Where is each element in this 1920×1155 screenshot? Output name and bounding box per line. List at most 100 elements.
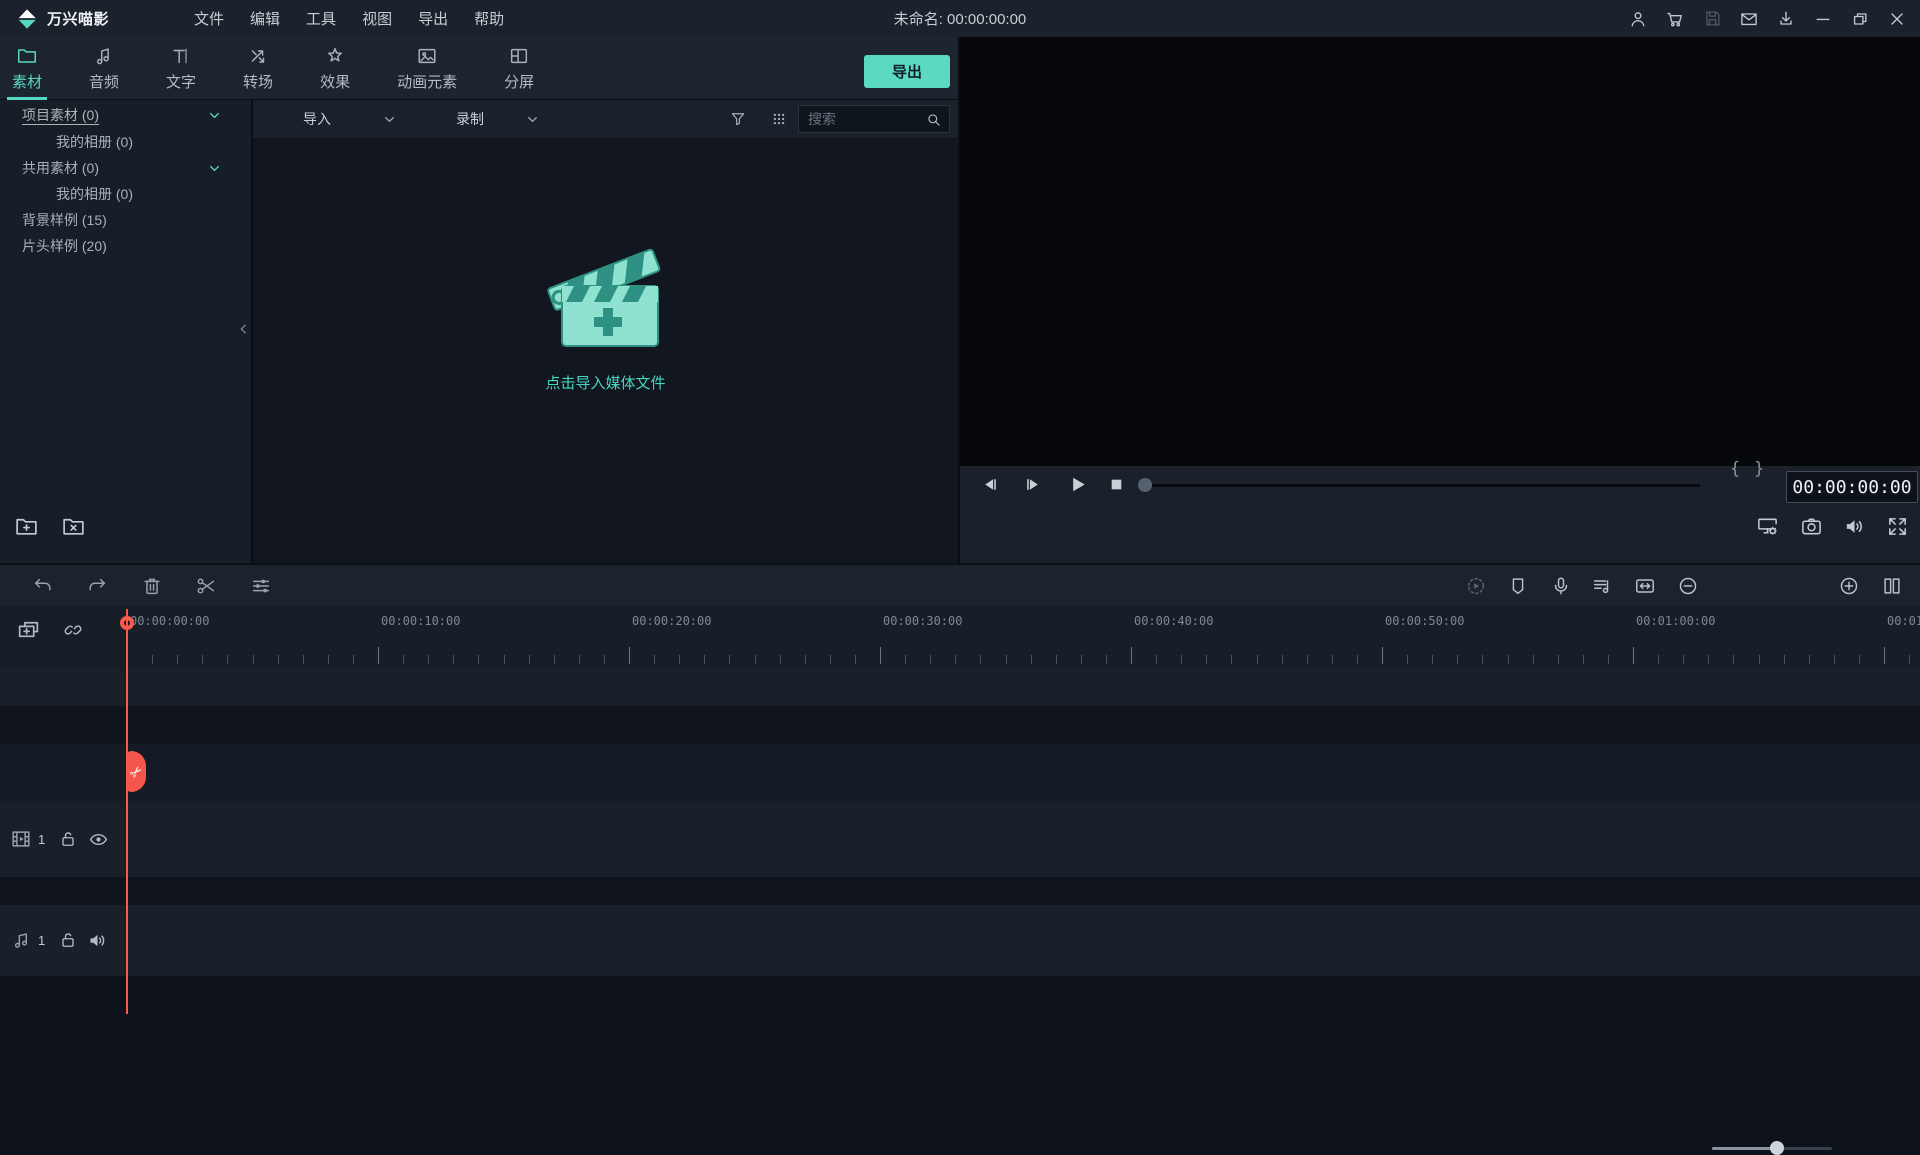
- ruler-tick-minor: [403, 655, 404, 664]
- download-icon[interactable]: [1771, 6, 1801, 32]
- tab-audio[interactable]: 音频: [89, 37, 119, 100]
- zoom-slider-handle[interactable]: [1770, 1141, 1784, 1155]
- delete-icon[interactable]: [141, 575, 163, 597]
- ruler-tick-minor: [1206, 655, 1207, 664]
- filter-icon[interactable]: [729, 110, 747, 128]
- playhead-line[interactable]: [126, 609, 128, 1014]
- ruler-tick-minor: [755, 655, 756, 664]
- media-empty-caption: 点击导入媒体文件: [545, 375, 666, 392]
- scrubber-handle[interactable]: [1138, 478, 1152, 492]
- audio-track-lane[interactable]: [0, 905, 1920, 976]
- sidebar-item-background-samples[interactable]: 背景样例 (15): [0, 207, 251, 233]
- menu-tools[interactable]: 工具: [293, 8, 349, 29]
- audio-track-lock-icon[interactable]: [58, 930, 78, 950]
- audio-track-mute-icon[interactable]: [87, 930, 108, 951]
- media-empty-state[interactable]: 点击导入媒体文件: [253, 228, 958, 393]
- video-track-visibility-icon[interactable]: [88, 829, 109, 850]
- tab-elements[interactable]: 动画元素: [397, 37, 457, 100]
- tab-split[interactable]: 分屏: [504, 37, 534, 100]
- undo-icon[interactable]: [32, 575, 54, 597]
- preview-timecode[interactable]: 00:00:00:00: [1786, 471, 1918, 503]
- sidebar-item-project-media[interactable]: 项目素材 (0): [0, 102, 251, 128]
- timeline-lane: [0, 667, 1920, 706]
- next-frame-button[interactable]: [1022, 474, 1043, 495]
- export-button[interactable]: 导出: [864, 55, 950, 88]
- import-button[interactable]: 导入: [303, 100, 331, 138]
- scrubber-track[interactable]: [1152, 484, 1700, 487]
- ruler-tick-minor: [1081, 655, 1082, 664]
- play-button[interactable]: [1066, 473, 1089, 496]
- sidebar-item-intro-samples[interactable]: 片头样例 (20): [0, 233, 251, 259]
- ruler-tick-minor: [679, 655, 680, 664]
- mark-in-icon[interactable]: {: [1730, 459, 1740, 479]
- ruler-tick-minor: [1332, 655, 1333, 664]
- record-chevron-icon[interactable]: [526, 113, 539, 126]
- ruler-tick-minor: [1683, 655, 1684, 664]
- sidebar-item-my-album-2[interactable]: 我的相册 (0): [0, 181, 251, 207]
- audio-mixer-icon[interactable]: [1591, 575, 1613, 597]
- minimize-button[interactable]: [1808, 6, 1838, 32]
- record-button[interactable]: 录制: [456, 100, 484, 138]
- grid-view-icon[interactable]: [770, 110, 788, 128]
- redo-icon[interactable]: [86, 575, 108, 597]
- add-track-icon[interactable]: [16, 617, 41, 642]
- ruler-tick-minor: [1759, 655, 1760, 664]
- ruler-tick-minor: [554, 655, 555, 664]
- link-clips-icon[interactable]: [62, 619, 84, 641]
- playhead-pin[interactable]: [120, 616, 134, 630]
- menu-help[interactable]: 帮助: [461, 8, 517, 29]
- sidebar-item-shared-media[interactable]: 共用素材 (0): [0, 155, 251, 181]
- chevron-down-icon[interactable]: [208, 109, 221, 122]
- snapshot-camera-icon[interactable]: [1800, 515, 1823, 538]
- sidebar-item-my-album-1[interactable]: 我的相册 (0): [0, 129, 251, 155]
- cart-icon[interactable]: [1660, 6, 1690, 32]
- zoom-out-icon[interactable]: [1677, 575, 1699, 597]
- adjust-sliders-icon[interactable]: [250, 575, 272, 597]
- chevron-down-icon[interactable]: [208, 162, 221, 175]
- account-icon[interactable]: [1623, 6, 1653, 32]
- ruler-tick-minor: [1784, 655, 1785, 664]
- ruler-tick-major: [629, 647, 630, 664]
- tab-text[interactable]: 文字: [166, 37, 196, 100]
- collapse-sidebar-icon[interactable]: [237, 318, 250, 340]
- video-track-lock-icon[interactable]: [58, 829, 78, 849]
- ruler-tick-minor: [1809, 655, 1810, 664]
- tab-transition[interactable]: 转场: [243, 37, 273, 100]
- marker-icon[interactable]: [1507, 575, 1529, 597]
- close-button[interactable]: [1882, 6, 1912, 32]
- render-preview-icon: [1465, 575, 1487, 597]
- display-settings-icon[interactable]: [1756, 515, 1779, 538]
- window-controls: [1623, 0, 1912, 37]
- menu-view[interactable]: 视图: [349, 8, 405, 29]
- ruler-tick-minor: [1533, 655, 1534, 664]
- menu-export[interactable]: 导出: [405, 8, 461, 29]
- video-track-lane[interactable]: [0, 801, 1920, 877]
- ruler-tick-minor: [1407, 655, 1408, 664]
- voiceover-mic-icon[interactable]: [1550, 575, 1572, 597]
- menu-file[interactable]: 文件: [181, 8, 237, 29]
- stop-button[interactable]: [1106, 474, 1127, 495]
- library-tabbar: 素材 音频 文字 转场 效果 动画元素 分屏 导出: [0, 37, 960, 100]
- timeline-ruler[interactable]: 00:00:00:00 00:00:10:00 00:00:20:00 00:00:3…: [127, 606, 1920, 667]
- ruler-tick-minor: [1307, 655, 1308, 664]
- split-scissors-icon[interactable]: [195, 575, 217, 597]
- tab-effects[interactable]: 效果: [320, 37, 350, 100]
- ruler-label: 00:01:00:00: [1636, 614, 1716, 628]
- menu-edit[interactable]: 编辑: [237, 8, 293, 29]
- mail-icon[interactable]: [1734, 6, 1764, 32]
- volume-icon[interactable]: [1843, 515, 1866, 538]
- import-chevron-icon[interactable]: [383, 113, 396, 126]
- fullscreen-icon[interactable]: [1886, 515, 1909, 538]
- video-viewport[interactable]: [960, 37, 1920, 466]
- mark-out-icon[interactable]: }: [1754, 459, 1764, 479]
- tab-media[interactable]: 素材: [7, 37, 48, 100]
- previous-frame-button[interactable]: [980, 474, 1001, 495]
- add-folder-icon[interactable]: [14, 514, 39, 539]
- remove-folder-icon[interactable]: [61, 514, 86, 539]
- panel-layout-icon[interactable]: [1881, 575, 1903, 597]
- restore-button[interactable]: [1845, 6, 1875, 32]
- zoom-in-icon[interactable]: [1838, 575, 1860, 597]
- search-icon[interactable]: [925, 111, 942, 128]
- fit-timeline-icon[interactable]: [1634, 575, 1656, 597]
- search-input[interactable]: [799, 111, 925, 127]
